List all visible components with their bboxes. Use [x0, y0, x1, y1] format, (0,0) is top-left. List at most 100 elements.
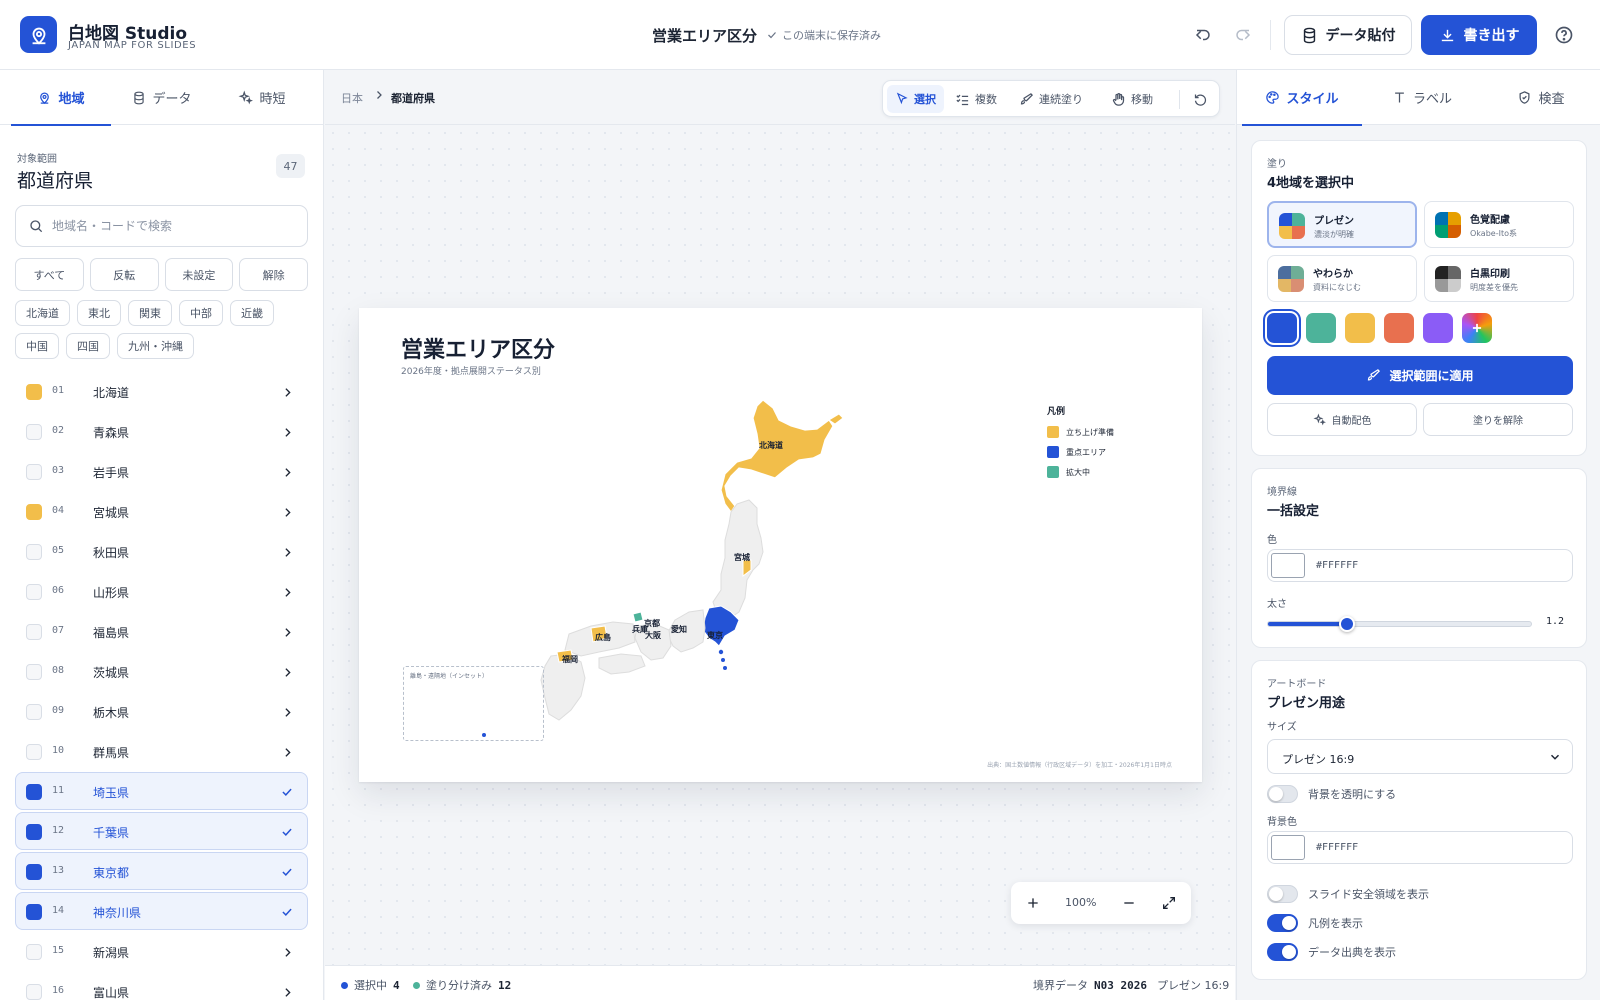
bg-color-swatch[interactable] [1271, 835, 1305, 860]
region-shikoku[interactable] [598, 653, 646, 675]
search-input[interactable] [52, 219, 282, 233]
region-chip[interactable]: 北海道 [15, 300, 70, 326]
tool-move[interactable]: 移動 [1103, 85, 1161, 113]
border-color-field[interactable]: #FFFFFF [1267, 549, 1573, 582]
tool-multi[interactable]: 複数 [947, 85, 1005, 113]
prefecture-color-swatch[interactable] [26, 584, 42, 600]
region-chip[interactable]: 近畿 [230, 300, 274, 326]
map-legend[interactable]: 凡例 立ち上げ準備 重点エリア 拡大中 [1047, 404, 1114, 486]
prefecture-row[interactable]: 02 青森県 [15, 412, 308, 450]
region-chip[interactable]: 東北 [77, 300, 121, 326]
prefecture-row[interactable]: 08 茨城県 [15, 652, 308, 690]
prefecture-row[interactable]: 07 福島県 [15, 612, 308, 650]
prefecture-row[interactable]: 04 宮城県 [15, 492, 308, 530]
palette-soft[interactable]: やわらか 資料になじむ [1267, 255, 1417, 302]
tab-shortcuts[interactable]: 時短 [212, 70, 312, 125]
color-swatch-blue[interactable] [1267, 313, 1297, 343]
tab-regions[interactable]: 地域 [11, 70, 111, 126]
border-color-swatch[interactable] [1271, 553, 1305, 578]
tab-labels[interactable]: ラベル [1362, 70, 1482, 125]
prefecture-color-swatch[interactable] [26, 744, 42, 760]
palette-colorblind[interactable]: 色覚配慮 Okabe-Ito系 [1424, 201, 1574, 248]
filter-clear-button[interactable]: 解除 [239, 258, 308, 291]
apply-to-selection-button[interactable]: 選択範囲に適用 [1267, 356, 1573, 395]
filter-all-button[interactable]: すべて [15, 258, 84, 291]
prefecture-color-swatch[interactable] [26, 864, 42, 880]
breadcrumb-root[interactable]: 日本 [341, 90, 363, 106]
prefecture-color-swatch[interactable] [26, 664, 42, 680]
prefecture-color-swatch[interactable] [26, 424, 42, 440]
prefecture-row[interactable]: 16 富山県 [15, 972, 308, 1000]
tool-continuous-paint[interactable]: 連続塗り [1011, 85, 1091, 113]
clear-fill-button[interactable]: 塗りを解除 [1423, 403, 1573, 436]
prefecture-row[interactable]: 15 新潟県 [15, 932, 308, 970]
tab-data[interactable]: データ [112, 70, 212, 125]
redo-button[interactable] [1232, 24, 1254, 46]
zoom-out-button[interactable] [1119, 893, 1139, 913]
prefecture-color-swatch[interactable] [26, 624, 42, 640]
region-izu-island[interactable] [723, 666, 727, 670]
prefecture-color-swatch[interactable] [26, 464, 42, 480]
palette-presentation[interactable]: プレゼン 濃淡が明確 [1267, 201, 1417, 248]
auto-color-button[interactable]: 自動配色 [1267, 403, 1417, 436]
prefecture-row[interactable]: 12 千葉県 [15, 812, 308, 850]
prefecture-color-swatch[interactable] [26, 824, 42, 840]
size-select[interactable]: プレゼン 16:9 [1267, 739, 1573, 774]
prefecture-color-swatch[interactable] [26, 784, 42, 800]
safe-area-toggle[interactable] [1267, 885, 1298, 903]
search-box[interactable] [15, 205, 308, 247]
prefecture-row[interactable]: 13 東京都 [15, 852, 308, 890]
prefecture-row[interactable]: 06 山形県 [15, 572, 308, 610]
region-hyogo[interactable] [632, 611, 644, 623]
prefecture-color-swatch[interactable] [26, 904, 42, 920]
transparent-bg-toggle[interactable] [1267, 785, 1298, 803]
custom-color-button[interactable] [1462, 313, 1492, 343]
prefecture-color-swatch[interactable] [26, 504, 42, 520]
region-izu-island[interactable] [721, 658, 725, 662]
filter-unset-button[interactable]: 未設定 [164, 258, 234, 291]
border-width-slider[interactable] [1267, 616, 1532, 632]
fit-view-button[interactable] [1159, 893, 1179, 913]
reset-view-button[interactable] [1185, 85, 1216, 113]
tool-select[interactable]: 選択 [887, 85, 944, 113]
show-source-toggle[interactable] [1267, 943, 1298, 961]
prefecture-color-swatch[interactable] [26, 984, 42, 1000]
help-button[interactable] [1553, 24, 1575, 46]
prefecture-row[interactable]: 11 埼玉県 [15, 772, 308, 810]
region-hokkaido[interactable] [720, 399, 834, 514]
prefecture-color-swatch[interactable] [26, 704, 42, 720]
region-chip[interactable]: 中国 [15, 333, 59, 359]
color-swatch-teal[interactable] [1306, 313, 1336, 343]
show-legend-toggle[interactable] [1267, 914, 1298, 932]
tab-inspect[interactable]: 検査 [1482, 70, 1600, 125]
prefecture-color-swatch[interactable] [26, 944, 42, 960]
export-button[interactable]: 書き出す [1421, 15, 1537, 55]
prefecture-row[interactable]: 01 北海道 [15, 372, 308, 410]
prefecture-row[interactable]: 14 神奈川県 [15, 892, 308, 930]
prefecture-color-swatch[interactable] [26, 384, 42, 400]
undo-button[interactable] [1192, 24, 1214, 46]
paste-data-button[interactable]: データ貼付 [1284, 15, 1412, 55]
filter-invert-button[interactable]: 反転 [89, 258, 159, 291]
palette-monochrome[interactable]: 白黒印刷 明度差を優先 [1424, 255, 1574, 302]
prefecture-row[interactable]: 09 栃木県 [15, 692, 308, 730]
zoom-in-button[interactable] [1023, 893, 1043, 913]
region-chip[interactable]: 中部 [179, 300, 223, 326]
region-chip[interactable]: 関東 [128, 300, 172, 326]
region-izu-island[interactable] [718, 649, 724, 655]
data-source-note[interactable]: 出典：国土数値情報（行政区域データ）を加工・2026年1月1日時点 [987, 760, 1172, 769]
slider-thumb[interactable] [1338, 616, 1355, 632]
color-swatch-purple[interactable] [1423, 313, 1453, 343]
artboard[interactable]: 営業エリア区分 2026年度・拠点展開ステータス別 北海道 宮城 東京 愛知 京… [359, 308, 1202, 782]
inset-frame[interactable]: 離島・遠隔地（インセット） [403, 666, 544, 741]
prefecture-row[interactable]: 05 秋田県 [15, 532, 308, 570]
region-chip[interactable]: 九州・沖縄 [117, 333, 194, 359]
color-swatch-yellow[interactable] [1345, 313, 1375, 343]
tab-style[interactable]: スタイル [1242, 70, 1362, 126]
prefecture-row[interactable]: 10 群馬県 [15, 732, 308, 770]
document-title[interactable]: 営業エリア区分 [652, 25, 757, 46]
prefecture-color-swatch[interactable] [26, 544, 42, 560]
bg-color-field[interactable]: #FFFFFF [1267, 831, 1573, 864]
prefecture-row[interactable]: 03 岩手県 [15, 452, 308, 490]
color-swatch-orange[interactable] [1384, 313, 1414, 343]
